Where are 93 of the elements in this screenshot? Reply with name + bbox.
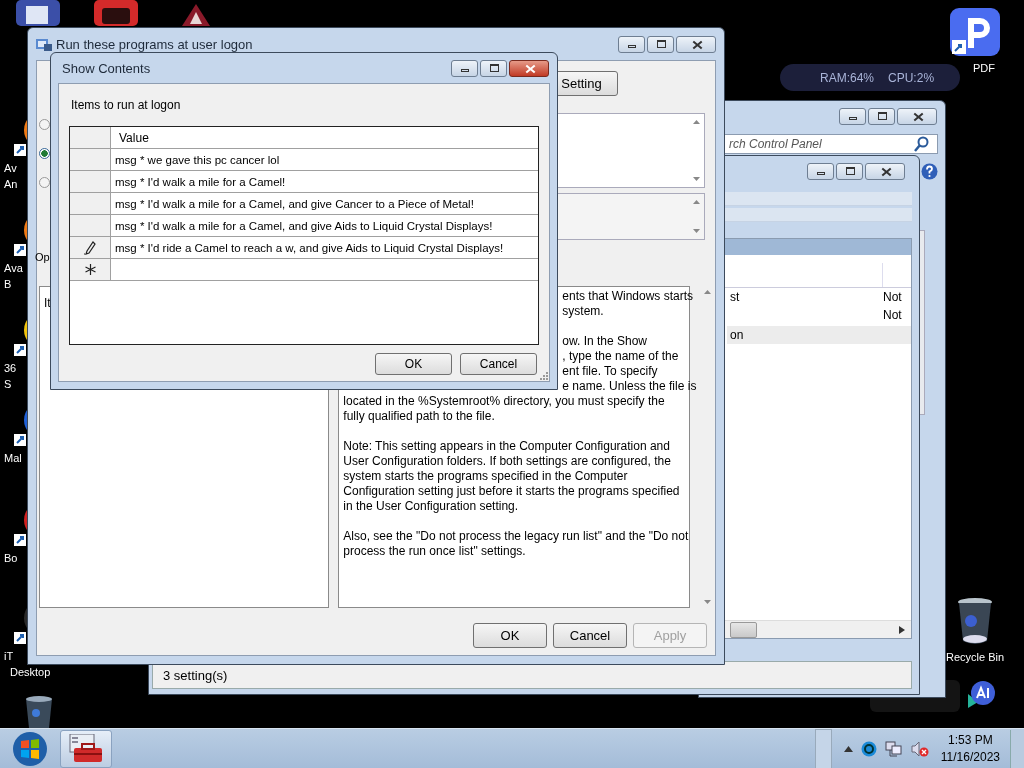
setting-state: Not	[883, 308, 902, 322]
icon-label: An	[4, 178, 18, 190]
help-text-line: ents that Windows starts	[562, 289, 694, 304]
taskbar-button[interactable]	[60, 729, 112, 768]
options-text: It	[44, 296, 51, 310]
list-label: Items to run at logon	[71, 98, 181, 112]
cpu-usage: CPU:2%	[888, 70, 935, 85]
help-text-line: fully qualified path to the file.	[343, 409, 495, 424]
cancel-button[interactable]: Cancel	[460, 353, 537, 375]
start-button[interactable]	[12, 730, 48, 767]
help-text-line: Configuration setting just before it starts the programs specified	[343, 484, 680, 499]
window-title: Show Contents	[62, 60, 151, 76]
list-row[interactable]: Not	[727, 306, 911, 324]
grid-cell[interactable]: msg * I'd walk a mile for a Camel, and give Aids to Liquid Crystal Displays!	[111, 215, 538, 236]
toolbox-icon	[68, 733, 104, 764]
help-text-line: e name. Unless the file is	[562, 379, 697, 394]
resize-grip-icon[interactable]	[539, 371, 548, 380]
grid-cell[interactable]: msg * I'd walk a mile for a Camel, and give Cancer to a Piece of Metal!	[111, 193, 538, 214]
ok-button[interactable]: OK	[375, 353, 452, 375]
grid-cell[interactable]: msg * I'd walk a mile for a Camel!	[111, 171, 538, 192]
icon-label: Recycle Bin	[946, 651, 1005, 663]
help-text-line: system starts the programs specified in the Computer	[343, 469, 628, 484]
help-text-line: ent file. To specify	[562, 364, 658, 379]
maximize-button[interactable]	[480, 59, 507, 77]
scroll-down-icon[interactable]	[692, 177, 700, 181]
help-text-line: User Configuration folders. If both settings are configured, the	[343, 454, 671, 469]
icon-label: Mal	[4, 452, 22, 464]
help-icon[interactable]	[921, 163, 938, 180]
network-icon[interactable]	[884, 740, 903, 757]
cancel-button[interactable]: Cancel	[553, 623, 627, 648]
new-row-icon	[84, 264, 96, 275]
help-text-line: Also, see the "Do not process the legacy run list" and the "Do not	[343, 529, 689, 544]
close-button[interactable]	[676, 35, 716, 53]
app-icon[interactable]	[180, 2, 212, 26]
list-row[interactable]: st Not	[727, 288, 911, 306]
show-hidden-icons-icon[interactable]	[843, 745, 853, 752]
scroll-down-icon[interactable]	[692, 229, 700, 233]
minimize-button[interactable]	[839, 107, 866, 125]
grid-cell[interactable]: msg * we gave this pc cancer lol	[111, 149, 538, 170]
grid-cell[interactable]: msg * I'd ride a Camel to reach a w, and give Aids to Liquid Crystal Displays!	[111, 237, 538, 258]
ok-button[interactable]: OK	[473, 623, 547, 648]
scroll-up-icon[interactable]	[692, 120, 700, 124]
icon-label: B	[4, 278, 12, 290]
scroll-up-icon[interactable]	[703, 290, 711, 294]
volume-muted-icon[interactable]	[910, 740, 929, 757]
row-header[interactable]	[70, 237, 111, 258]
icon-label: Bo	[4, 552, 18, 564]
icon-label: Ava	[4, 262, 23, 274]
list-row[interactable]: on	[727, 326, 911, 344]
column-header[interactable]: Value	[111, 127, 538, 148]
search-icon[interactable]	[914, 136, 930, 152]
app-tray-icon[interactable]	[860, 740, 877, 757]
recycle-bin-icon[interactable]	[955, 597, 995, 645]
icon-label: Desktop	[10, 666, 51, 678]
app-icon[interactable]	[14, 0, 62, 26]
scrollbar-thumb[interactable]	[730, 621, 757, 638]
minimize-button[interactable]	[618, 35, 645, 53]
setting-name: on	[730, 328, 744, 342]
options-label: Op	[35, 251, 50, 263]
row-header[interactable]	[70, 259, 111, 280]
close-button[interactable]	[897, 107, 937, 125]
icon-label: PDF	[973, 62, 995, 74]
setting-state: Not	[883, 290, 902, 304]
help-text-line: process the run once list" settings.	[343, 544, 526, 559]
ram-usage: RAM:64%	[820, 70, 875, 85]
maximize-button[interactable]	[647, 35, 674, 53]
status-text: 3 setting(s)	[163, 667, 228, 683]
scroll-up-icon[interactable]	[692, 200, 700, 204]
help-text-line: in the User Configuration setting.	[343, 499, 519, 514]
icon-label: S	[4, 378, 12, 390]
icon-label: 36	[4, 362, 17, 374]
pdf-app-icon[interactable]	[950, 8, 1000, 56]
help-text-line: system.	[562, 304, 604, 319]
clock-date[interactable]: 11/16/2023	[940, 748, 1000, 766]
icon-label: iT	[4, 650, 14, 662]
policy-icon	[36, 37, 52, 51]
clock-time[interactable]: 1:53 PM	[948, 731, 993, 749]
scroll-down-icon[interactable]	[703, 600, 711, 604]
minimize-button[interactable]	[807, 162, 834, 180]
minimize-button[interactable]	[451, 59, 478, 77]
close-button[interactable]	[509, 59, 549, 77]
maximize-button[interactable]	[868, 107, 895, 125]
icon-label: Av	[4, 162, 17, 174]
window-title: Run these programs at user logon	[56, 36, 253, 52]
help-text-line: , type the name of the	[562, 349, 679, 364]
scroll-right-icon[interactable]	[899, 625, 905, 634]
close-button[interactable]	[865, 162, 905, 180]
help-text-line: ow. In the Show	[562, 334, 648, 349]
help-text-line: Note: This setting appears in the Computer Configuration and	[343, 439, 670, 454]
pencil-icon	[84, 240, 96, 255]
maximize-button[interactable]	[836, 162, 863, 180]
help-text-line: located in the %Systemroot% directory, you must specify the	[343, 394, 665, 409]
setting-name: st	[730, 290, 740, 304]
